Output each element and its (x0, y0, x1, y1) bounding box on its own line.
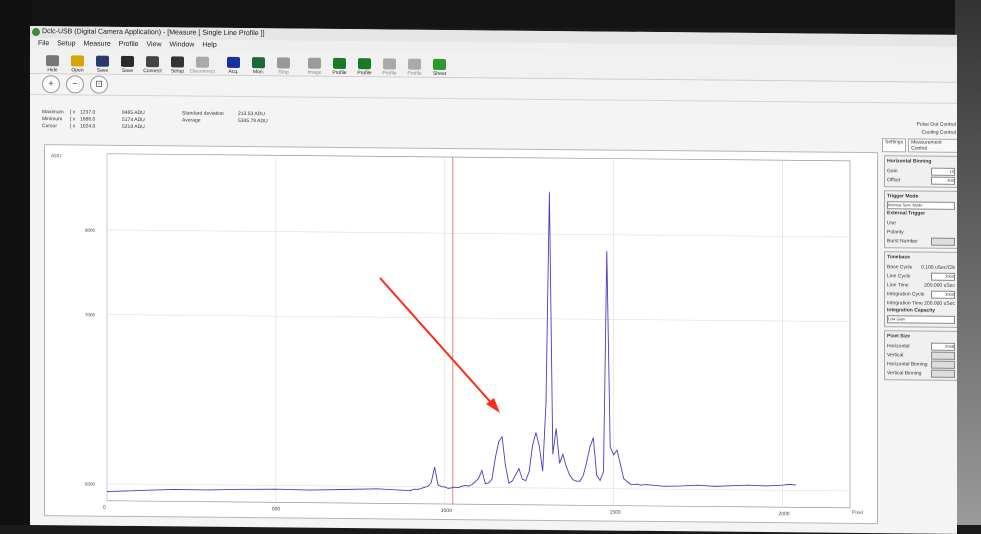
arrow-shaft (379, 277, 495, 407)
annotation-arrow (379, 277, 500, 413)
